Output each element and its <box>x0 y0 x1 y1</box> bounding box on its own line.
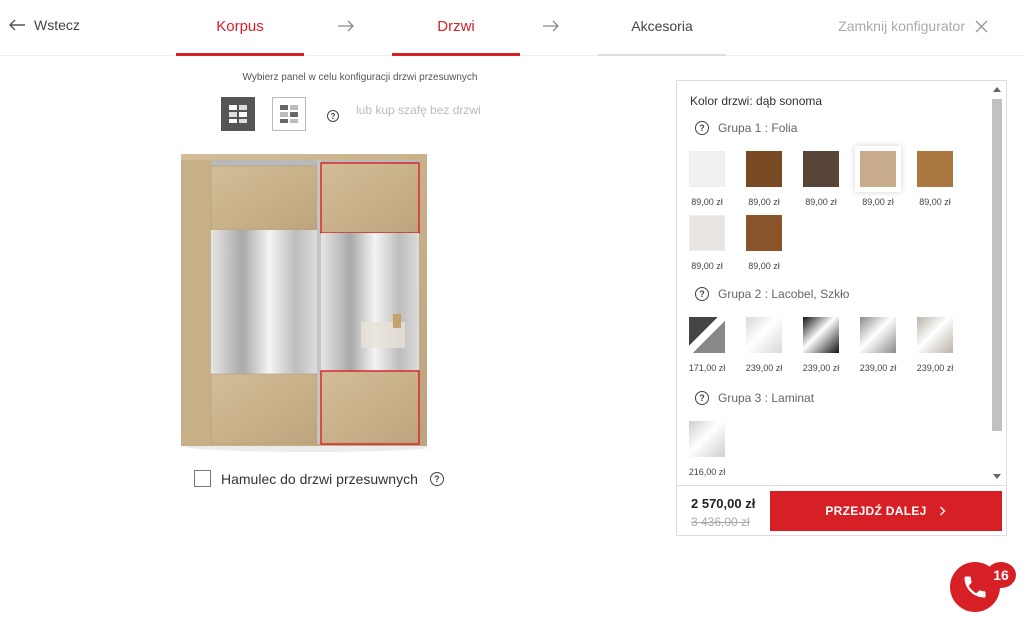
old-price: 3 436,00 zł <box>691 515 750 529</box>
swatch-price: 216,00 zł <box>688 467 726 477</box>
step-drzwi-underline <box>392 53 520 56</box>
swatch-price: 239,00 zł <box>745 363 783 373</box>
color-swatch[interactable] <box>803 151 839 187</box>
arrow-right-icon <box>338 20 354 32</box>
color-swatch[interactable] <box>860 317 896 353</box>
close-icon <box>975 20 988 32</box>
left-door-mirror-lower <box>211 302 317 374</box>
phone-icon <box>964 576 986 598</box>
door-color-label: Kolor drzwi: dąb sonoma <box>690 94 823 108</box>
scroll-up-arrow[interactable] <box>993 87 1001 92</box>
color-swatch[interactable] <box>746 215 782 251</box>
panel-layout-alt-icon <box>280 105 298 123</box>
chevron-right-icon <box>939 506 946 516</box>
color-swatch[interactable] <box>689 215 725 251</box>
swatch-price: 89,00 zł <box>919 197 951 207</box>
current-price: 2 570,00 zł <box>691 496 756 511</box>
swatch-price: 239,00 zł <box>916 363 954 373</box>
group-header: ? Grupa 1 : Folia <box>695 121 797 135</box>
step-drzwi[interactable]: Drzwi <box>392 18 520 35</box>
color-swatch[interactable] <box>917 151 953 187</box>
panel-layout-icon <box>229 105 247 123</box>
group-header: ? Grupa 2 : Lacobel, Szkło <box>695 287 849 301</box>
color-swatch[interactable] <box>746 151 782 187</box>
right-door-top-panel <box>320 162 420 234</box>
mirror-reflection-lamp <box>393 314 401 328</box>
panel-layout-button[interactable] <box>272 97 306 131</box>
color-swatch[interactable] <box>689 421 725 457</box>
color-swatch[interactable] <box>917 317 953 353</box>
swatch-price: 89,00 zł <box>748 197 780 207</box>
help-icon[interactable]: ? <box>429 471 444 486</box>
wardrobe-side <box>181 160 211 446</box>
right-door-mirror-upper <box>321 233 419 303</box>
swatch-price: 171,00 zł <box>688 363 726 373</box>
left-door-top-panel <box>210 165 318 231</box>
swatch-price: 89,00 zł <box>691 197 723 207</box>
brake-option: Hamulec do drzwi przesuwnych ? <box>194 470 444 487</box>
next-step-label: PRZEJDŹ DALEJ <box>825 504 927 518</box>
step-akcesoria-underline <box>598 54 726 56</box>
door-config-panel: Kolor drzwi: dąb sonoma ? Grupa 1 : Folia… <box>676 80 1007 536</box>
group-title: Grupa 3 : Laminat <box>718 391 815 405</box>
arrow-right-icon <box>543 20 559 32</box>
help-icon[interactable]: ? <box>695 391 709 405</box>
brake-checkbox[interactable] <box>194 470 211 487</box>
brake-label: Hamulec do drzwi przesuwnych <box>221 470 418 487</box>
close-configurator-button[interactable]: Zamknij konfigurator <box>838 18 988 34</box>
color-swatch[interactable] <box>803 317 839 353</box>
buy-without-doors-link[interactable]: lub kup szafę bez drzwi <box>356 103 481 117</box>
help-icon[interactable]: ? <box>695 287 709 301</box>
group-title: Grupa 1 : Folia <box>718 121 798 135</box>
scroll-thumb[interactable] <box>992 99 1002 431</box>
swatch-price: 89,00 zł <box>748 261 780 271</box>
swatch-price: 89,00 zł <box>862 197 894 207</box>
color-swatch[interactable] <box>860 151 896 187</box>
scroll-down-arrow[interactable] <box>993 474 1001 479</box>
left-door-mirror-upper <box>211 230 317 302</box>
panel-instruction: Wybierz panel w celu konfiguracji drzwi … <box>242 72 478 83</box>
back-label: Wstecz <box>34 17 80 33</box>
swatch-price: 89,00 zł <box>691 261 723 271</box>
door-color-list[interactable]: Kolor drzwi: dąb sonoma ? Grupa 1 : Folia… <box>677 81 990 485</box>
swatch-price: 89,00 zł <box>805 197 837 207</box>
help-icon[interactable]: ? <box>695 121 709 135</box>
help-icon[interactable]: ? <box>327 110 339 122</box>
top-navigation: Wstecz Korpus Drzwi Akcesoria Zamknij ko… <box>0 0 1024 56</box>
back-button[interactable]: Wstecz <box>8 17 80 33</box>
step-korpus-underline <box>176 53 304 56</box>
arrow-left-icon <box>9 19 25 31</box>
swatch-price: 239,00 zł <box>802 363 840 373</box>
wardrobe-preview <box>181 154 427 452</box>
group-title: Grupa 2 : Lacobel, Szkło <box>718 287 850 301</box>
price-footer: 2 570,00 zł 3 436,00 zł PRZEJDŹ DALEJ <box>677 485 1006 535</box>
color-swatch[interactable] <box>689 317 725 353</box>
close-configurator-label: Zamknij konfigurator <box>838 18 965 34</box>
swatch-price: 239,00 zł <box>859 363 897 373</box>
scrollbar[interactable] <box>990 83 1004 483</box>
group-header: ? Grupa 3 : Laminat <box>695 391 814 405</box>
step-akcesoria[interactable]: Akcesoria <box>598 18 726 34</box>
step-korpus[interactable]: Korpus <box>176 18 304 35</box>
color-swatch[interactable] <box>746 317 782 353</box>
color-swatch[interactable] <box>689 151 725 187</box>
panel-layout-button-selected[interactable] <box>221 97 255 131</box>
notification-badge: 16 <box>986 562 1016 588</box>
left-door-bottom-panel <box>210 373 318 445</box>
right-door-bottom-panel <box>320 370 420 445</box>
next-step-button[interactable]: PRZEJDŹ DALEJ <box>770 491 1002 531</box>
